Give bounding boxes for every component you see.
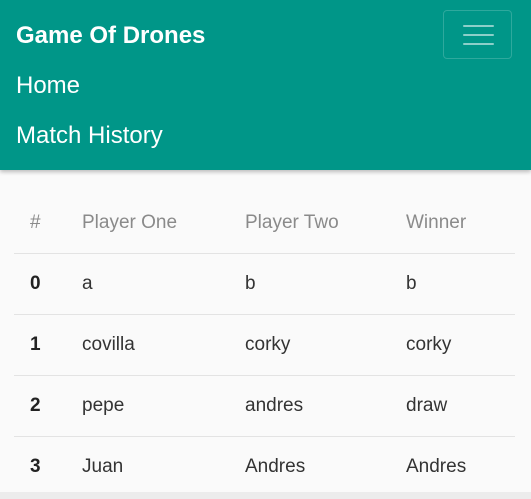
brand-title[interactable]: Game Of Drones xyxy=(16,20,205,52)
player-two-cell: corky xyxy=(245,333,291,355)
page-bottom-edge xyxy=(0,492,531,499)
navbar-toggler-button[interactable] xyxy=(443,10,512,59)
match-history-table: # Player One Player Two Winner 0 a b b 1… xyxy=(14,193,515,497)
table-header-row: # Player One Player Two Winner xyxy=(14,193,515,253)
main-content: # Player One Player Two Winner 0 a b b 1… xyxy=(0,170,531,492)
row-index: 2 xyxy=(30,394,41,416)
player-one-cell: a xyxy=(82,272,93,294)
column-header-player-one: Player One xyxy=(82,211,178,233)
winner-cell: draw xyxy=(406,394,448,416)
player-two-cell: Andres xyxy=(245,455,306,477)
winner-cell: Andres xyxy=(406,455,467,477)
player-one-cell: Juan xyxy=(82,455,124,477)
navbar: Game Of Drones Home Match History xyxy=(0,0,531,170)
row-index: 1 xyxy=(30,333,41,355)
table-row: 0 a b b xyxy=(14,253,515,314)
nav-link-match-history[interactable]: Match History xyxy=(16,120,163,152)
table-row: 2 pepe andres draw xyxy=(14,375,515,436)
winner-cell: corky xyxy=(406,333,452,355)
column-header-winner: Winner xyxy=(406,211,467,233)
player-one-cell: covilla xyxy=(82,333,135,355)
column-header-index: # xyxy=(30,211,41,233)
player-two-cell: b xyxy=(245,272,256,294)
player-two-cell: andres xyxy=(245,394,304,416)
row-index: 0 xyxy=(30,272,41,294)
row-index: 3 xyxy=(30,455,41,477)
nav-link-home[interactable]: Home xyxy=(16,70,80,102)
player-one-cell: pepe xyxy=(82,394,125,416)
table-row: 1 covilla corky corky xyxy=(14,314,515,375)
column-header-player-two: Player Two xyxy=(245,211,339,233)
table-row: 3 Juan Andres Andres xyxy=(14,436,515,497)
winner-cell: b xyxy=(406,272,417,294)
